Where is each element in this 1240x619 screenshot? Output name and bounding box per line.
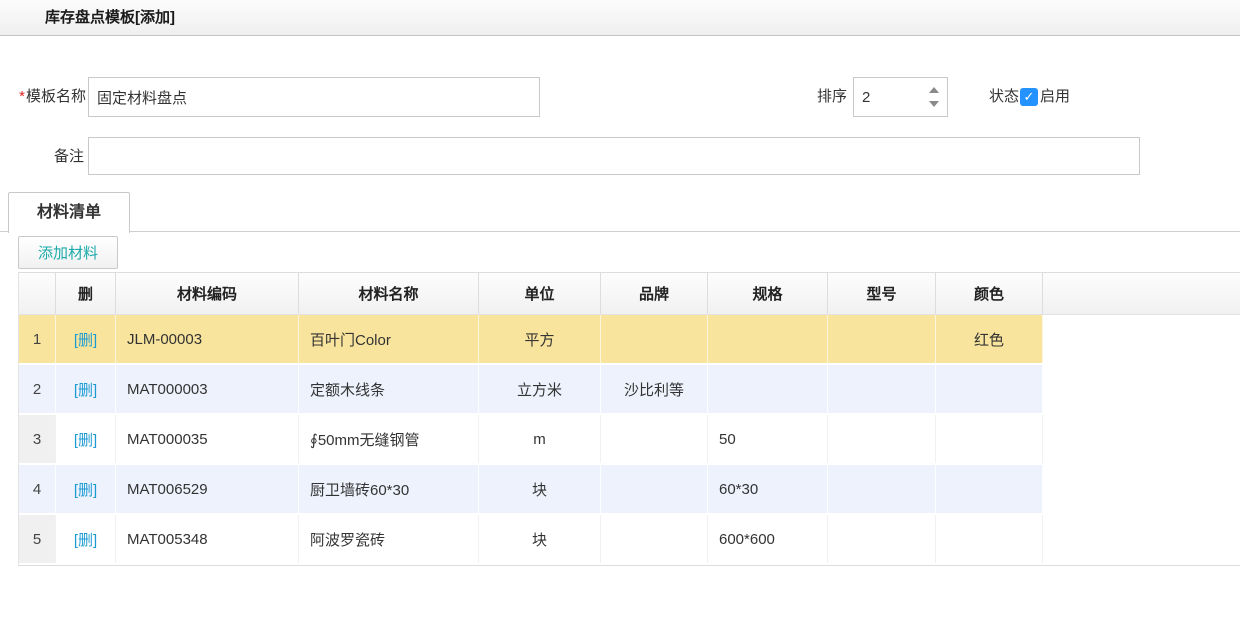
check-icon: ✓ <box>1024 89 1035 104</box>
material-name-cell: 厨卫墙砖60*30 <box>299 465 479 513</box>
tab-bar: 材料清单 <box>0 192 1240 232</box>
unit-cell: 块 <box>479 465 601 513</box>
material-code-cell: MAT006529 <box>116 465 299 513</box>
model-cell <box>828 515 936 563</box>
sort-stepper[interactable] <box>853 77 948 117</box>
window-titlebar: 库存盘点模板[添加] <box>0 0 1240 36</box>
unit-cell: 立方米 <box>479 365 601 413</box>
material-name-cell: 阿波罗瓷砖 <box>299 515 479 563</box>
remark-label: 备注 <box>0 137 84 177</box>
col-header-material-name: 材料名称 <box>299 273 479 314</box>
status-label: 状态 <box>973 77 1019 117</box>
spec-cell <box>708 315 828 363</box>
material-code-cell: MAT005348 <box>116 515 299 563</box>
spinner-arrows <box>921 78 947 116</box>
model-cell <box>828 365 936 413</box>
sort-input[interactable] <box>854 78 921 116</box>
row-number: 4 <box>19 465 56 513</box>
spec-cell: 600*600 <box>708 515 828 563</box>
color-cell <box>936 515 1043 563</box>
color-cell <box>936 465 1043 513</box>
col-header-brand: 品牌 <box>601 273 708 314</box>
delete-row-link[interactable]: [删] <box>74 379 97 400</box>
col-header-model: 型号 <box>828 273 936 314</box>
brand-cell <box>601 515 708 563</box>
material-name-cell: ∮50mm无缝钢管 <box>299 415 479 463</box>
template-name-input[interactable] <box>88 77 540 117</box>
inventory-template-add-page: 库存盘点模板[添加] *模板名称 排序 状态 ✓ 启用 备注 材料清单 添加材料… <box>0 0 1240 619</box>
material-code-cell: JLM-00003 <box>116 315 299 363</box>
spinner-up-icon[interactable] <box>929 87 939 93</box>
brand-cell <box>601 315 708 363</box>
delete-row-link[interactable]: [删] <box>74 529 97 550</box>
delete-row-link[interactable]: [删] <box>74 479 97 500</box>
remark-input[interactable] <box>88 137 1140 175</box>
material-name-cell: 定额木线条 <box>299 365 479 413</box>
table-row[interactable]: 1 [删] JLM-00003 百叶门Color 平方 红色 <box>19 315 1240 365</box>
brand-cell <box>601 415 708 463</box>
unit-cell: m <box>479 415 601 463</box>
table-row[interactable]: 2 [删] MAT000003 定额木线条 立方米 沙比利等 <box>19 365 1240 415</box>
table-header-row: 删 材料编码 材料名称 单位 品牌 规格 型号 颜色 <box>19 272 1240 315</box>
add-material-button[interactable]: 添加材料 <box>18 236 118 269</box>
spec-cell <box>708 365 828 413</box>
col-header-delete: 删 <box>56 273 116 314</box>
color-cell <box>936 415 1043 463</box>
page-title: 库存盘点模板[添加] <box>45 0 175 35</box>
row-number: 1 <box>19 315 56 363</box>
sort-label: 排序 <box>783 77 847 117</box>
table-row[interactable]: 3 [删] MAT000035 ∮50mm无缝钢管 m 50 <box>19 415 1240 465</box>
template-name-label-text: 模板名称 <box>26 88 86 105</box>
col-header-color: 颜色 <box>936 273 1043 314</box>
col-header-rownum <box>19 273 56 314</box>
status-checkbox[interactable]: ✓ <box>1020 88 1038 106</box>
spinner-down-icon[interactable] <box>929 101 939 107</box>
row-number: 5 <box>19 515 56 563</box>
col-header-spec: 规格 <box>708 273 828 314</box>
model-cell <box>828 415 936 463</box>
spec-cell: 60*30 <box>708 465 828 513</box>
col-header-unit: 单位 <box>479 273 601 314</box>
template-name-label: *模板名称 <box>0 77 86 117</box>
brand-cell: 沙比利等 <box>601 365 708 413</box>
material-code-cell: MAT000003 <box>116 365 299 413</box>
material-code-cell: MAT000035 <box>116 415 299 463</box>
unit-cell: 平方 <box>479 315 601 363</box>
unit-cell: 块 <box>479 515 601 563</box>
row-number: 3 <box>19 415 56 463</box>
table-row[interactable]: 4 [删] MAT006529 厨卫墙砖60*30 块 60*30 <box>19 465 1240 515</box>
material-name-cell: 百叶门Color <box>299 315 479 363</box>
col-header-material-code: 材料编码 <box>116 273 299 314</box>
col-header-filler <box>1043 273 1240 314</box>
material-table: 删 材料编码 材料名称 单位 品牌 规格 型号 颜色 1 [删] JLM-000… <box>18 272 1240 566</box>
row-number: 2 <box>19 365 56 413</box>
color-cell: 红色 <box>936 315 1043 363</box>
table-row[interactable]: 5 [删] MAT005348 阿波罗瓷砖 块 600*600 <box>19 515 1240 565</box>
model-cell <box>828 315 936 363</box>
brand-cell <box>601 465 708 513</box>
delete-row-link[interactable]: [删] <box>74 329 97 350</box>
tab-material-list[interactable]: 材料清单 <box>8 192 130 233</box>
color-cell <box>936 365 1043 413</box>
spec-cell: 50 <box>708 415 828 463</box>
status-checkbox-label: 启用 <box>1040 77 1070 117</box>
required-asterisk: * <box>19 88 25 105</box>
model-cell <box>828 465 936 513</box>
delete-row-link[interactable]: [删] <box>74 429 97 450</box>
